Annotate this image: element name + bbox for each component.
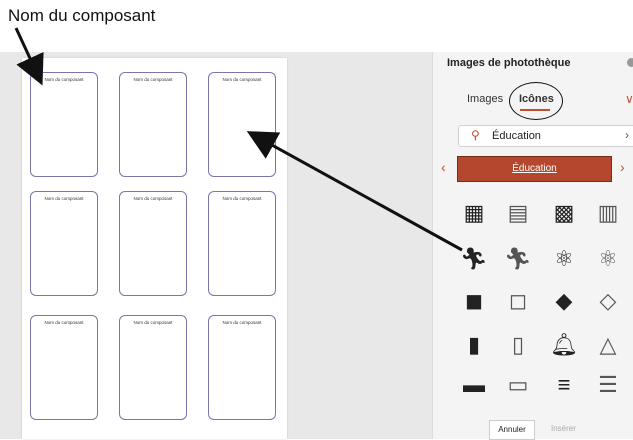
arrow-to-icon <box>246 131 463 252</box>
arrow-to-card-label <box>14 27 44 86</box>
annotation-arrows <box>14 27 463 252</box>
